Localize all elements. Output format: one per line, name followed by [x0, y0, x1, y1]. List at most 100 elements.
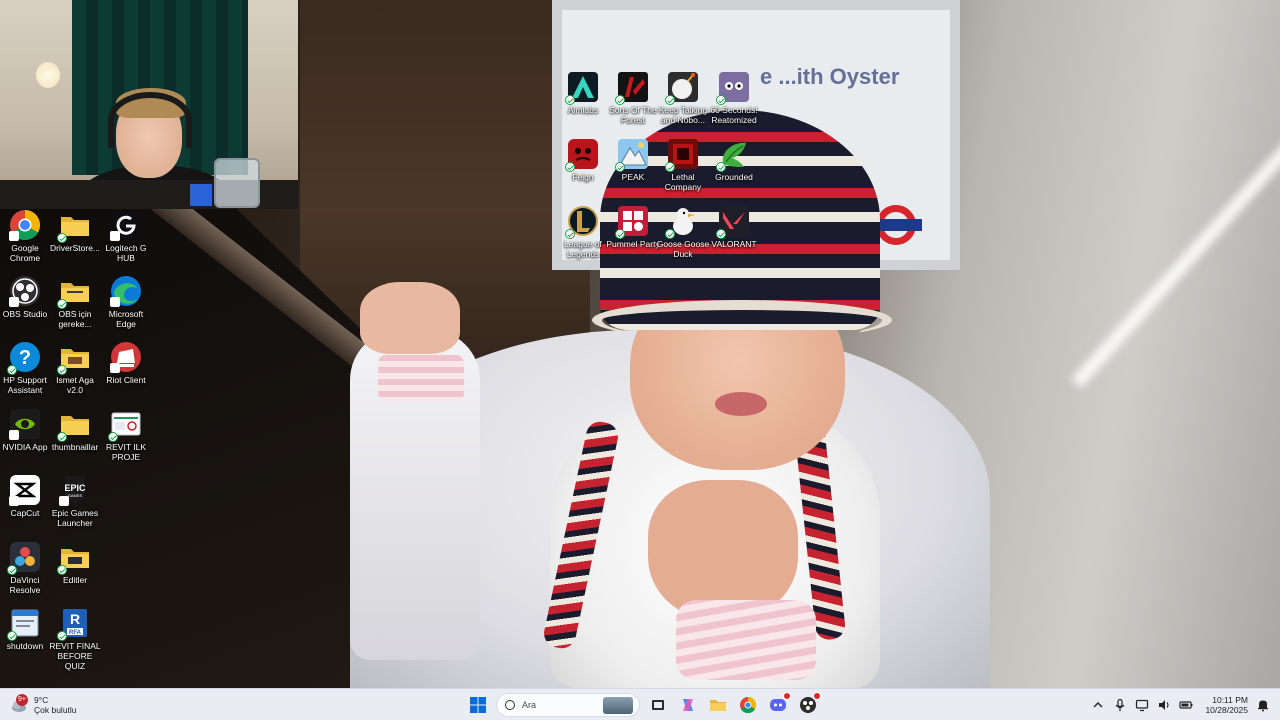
folder-icon: [57, 408, 91, 442]
epic-games-icon: EPIC GAMES: [59, 474, 91, 506]
chrome-icon: [740, 696, 757, 714]
taskbar-search-box[interactable]: Ara: [496, 693, 640, 717]
desktop-icon-nvidia-app[interactable]: NVIDIA App: [0, 408, 50, 452]
svg-text:EPIC: EPIC: [64, 483, 86, 493]
davinci-icon: [7, 541, 41, 575]
hp-support-icon: ?: [7, 341, 41, 375]
desktop-icon-label: Aimlabs: [567, 105, 599, 115]
wallpaper-sleeve-cuff-2: [676, 600, 816, 680]
discord-taskbar-button[interactable]: [766, 692, 791, 717]
windows-logo-icon: [470, 697, 486, 713]
desktop-icon-thumbnaillar[interactable]: thumbnaillar: [50, 408, 100, 452]
taskbar-center: Ara: [466, 692, 821, 718]
desktop-icon-editler[interactable]: Editler: [50, 541, 100, 585]
svg-text:GAMES: GAMES: [68, 493, 83, 498]
rfa-file-icon: R RFA: [57, 607, 91, 641]
desktop-icon-microsoft-edge[interactable]: Microsoft Edge: [101, 275, 151, 329]
desktop-icon-capcut[interactable]: CapCut: [0, 474, 50, 518]
desktop-icon-feign[interactable]: Feign: [558, 138, 608, 182]
desktop-icon-valorant[interactable]: VALORANT: [709, 205, 759, 249]
desktop-icon-driverstore[interactable]: DriverStore...: [50, 209, 100, 253]
sons-of-the-forest-icon: [615, 71, 649, 105]
file-explorer-icon: [710, 700, 726, 711]
desktop-icon-label: Feign: [572, 172, 594, 182]
desktop-icon-label: Lethal Company: [664, 172, 702, 192]
desktop-icon-google-chrome[interactable]: Google Chrome: [0, 209, 50, 263]
desktop-icon-goose-goose-duck[interactable]: Goose Goose Duck: [656, 205, 710, 259]
desktop-icon-lethal-company[interactable]: Lethal Company: [658, 138, 708, 192]
network-icon[interactable]: [1135, 698, 1149, 712]
clock-date: 10/28/2025: [1205, 705, 1248, 715]
desktop-icon-label: Google Chrome: [9, 243, 41, 263]
folder-icon: [57, 209, 91, 243]
folder-icon: [57, 541, 91, 575]
desktop-icon-obs-icin-gereke[interactable]: OBS için gereke...: [50, 275, 100, 329]
desktop-icon-revit-ilk-proje[interactable]: REVIT ILK PROJE: [101, 408, 151, 462]
file-explorer-button[interactable]: [706, 693, 730, 717]
peak-icon: [615, 138, 649, 172]
search-icon: [505, 700, 515, 710]
chrome-icon: [9, 209, 41, 241]
desktop-icon-league-of-legends[interactable]: League of Legends: [558, 205, 608, 259]
goose-goose-duck-icon: [665, 205, 699, 239]
desktop-icon-shutdown[interactable]: shutdown: [0, 607, 50, 651]
desktop-icon-peak[interactable]: PEAK: [608, 138, 658, 182]
desktop-icon-label: Goose Goose Duck: [656, 239, 710, 259]
desktop-icon-label: PEAK: [621, 172, 645, 182]
desktop-icon-obs-studio[interactable]: OBS Studio: [0, 275, 50, 319]
60-seconds-icon: [716, 71, 750, 105]
desktop-icon-label: REVIT ILK PROJE: [106, 442, 146, 462]
desktop-icon-label: OBS için gereke...: [58, 309, 92, 329]
desktop-icon-label: Pummel Party: [606, 239, 660, 249]
notification-bell-icon[interactable]: [1256, 698, 1270, 712]
desktop-icon-grounded[interactable]: Grounded: [709, 138, 759, 182]
desktop-icon-label: Microsoft Edge: [108, 309, 144, 329]
wallpaper-sleeve-cuff: [378, 355, 464, 401]
desktop-icon-label: Epic Games Launcher: [51, 508, 99, 528]
wallpaper-mouth: [715, 392, 767, 416]
show-hidden-icons-chevron-up-icon[interactable]: [1091, 698, 1105, 712]
desktop-icon-hp-support-assistant[interactable]: ? HP Support Assistant: [0, 341, 50, 395]
taskbar-clock[interactable]: 10:11 PM 10/28/2025: [1205, 695, 1248, 715]
desktop-icon-label: VALORANT: [711, 239, 757, 249]
desktop-icon-pummel-party[interactable]: Pummel Party: [606, 205, 660, 249]
webcam-overlay: [0, 0, 298, 209]
desktop-icon-epic-games-launcher[interactable]: EPIC GAMES Epic Games Launcher: [50, 474, 100, 528]
desktop-icon-label: Sons Of The Forest: [609, 105, 657, 125]
desktop-icon-sons-of-the-forest[interactable]: Sons Of The Forest: [608, 71, 658, 125]
nvidia-icon: [9, 408, 41, 440]
weather-temperature: 9°C: [34, 695, 49, 705]
keep-talking-icon: [665, 71, 699, 105]
wallpaper-sign-text: e ...ith Oyster: [760, 64, 900, 89]
volume-icon[interactable]: [1157, 698, 1171, 712]
microphone-icon[interactable]: [1113, 698, 1127, 712]
desktop-icon-revit-final-before-quiz[interactable]: R RFA REVIT FINAL BEFORE QUIZ: [49, 607, 101, 671]
desktop-icon-ismet-aga[interactable]: Ismet Aga v2.0: [50, 341, 100, 395]
desktop-icon-label: 60 Seconds! Reatomized: [710, 105, 758, 125]
system-tray: 10:11 PM 10/28/2025: [1091, 692, 1270, 718]
shutdown-file-icon: [7, 607, 41, 641]
desktop-icon-label: Grounded: [715, 172, 753, 182]
search-highlight-thumbnail: [603, 697, 633, 714]
copilot-button[interactable]: [676, 693, 700, 717]
weather-widget[interactable]: 9+ 9°C Çok bulutlu: [10, 692, 77, 718]
desktop-icon-keep-talking[interactable]: Keep Talking and Nobo...: [658, 71, 708, 125]
desktop-icon-davinci-resolve[interactable]: DaVinci Resolve: [0, 541, 50, 595]
task-view-button[interactable]: [646, 693, 670, 717]
desktop-icon-aimlabs[interactable]: Aimlabs: [558, 71, 608, 115]
svg-text:RFA: RFA: [69, 630, 82, 636]
grounded-icon: [716, 138, 750, 172]
battery-icon[interactable]: [1179, 698, 1193, 712]
start-button[interactable]: [466, 693, 490, 717]
webcam-lamp: [36, 62, 60, 88]
logitech-icon: [110, 209, 142, 241]
desktop-icon-logitech-g-hub[interactable]: Logitech G HUB: [101, 209, 151, 263]
webcam-headset: [108, 92, 192, 148]
webcam-water-jug: [214, 158, 260, 208]
chrome-taskbar-button[interactable]: [736, 693, 760, 717]
obs-taskbar-button[interactable]: [796, 692, 821, 717]
desktop-icon-riot-client[interactable]: Riot Client: [101, 341, 151, 385]
desktop-icon-label: Editler: [62, 575, 88, 585]
weather-condition: Çok bulutlu: [34, 705, 77, 715]
desktop-icon-60-seconds-reatomized[interactable]: 60 Seconds! Reatomized: [709, 71, 759, 125]
